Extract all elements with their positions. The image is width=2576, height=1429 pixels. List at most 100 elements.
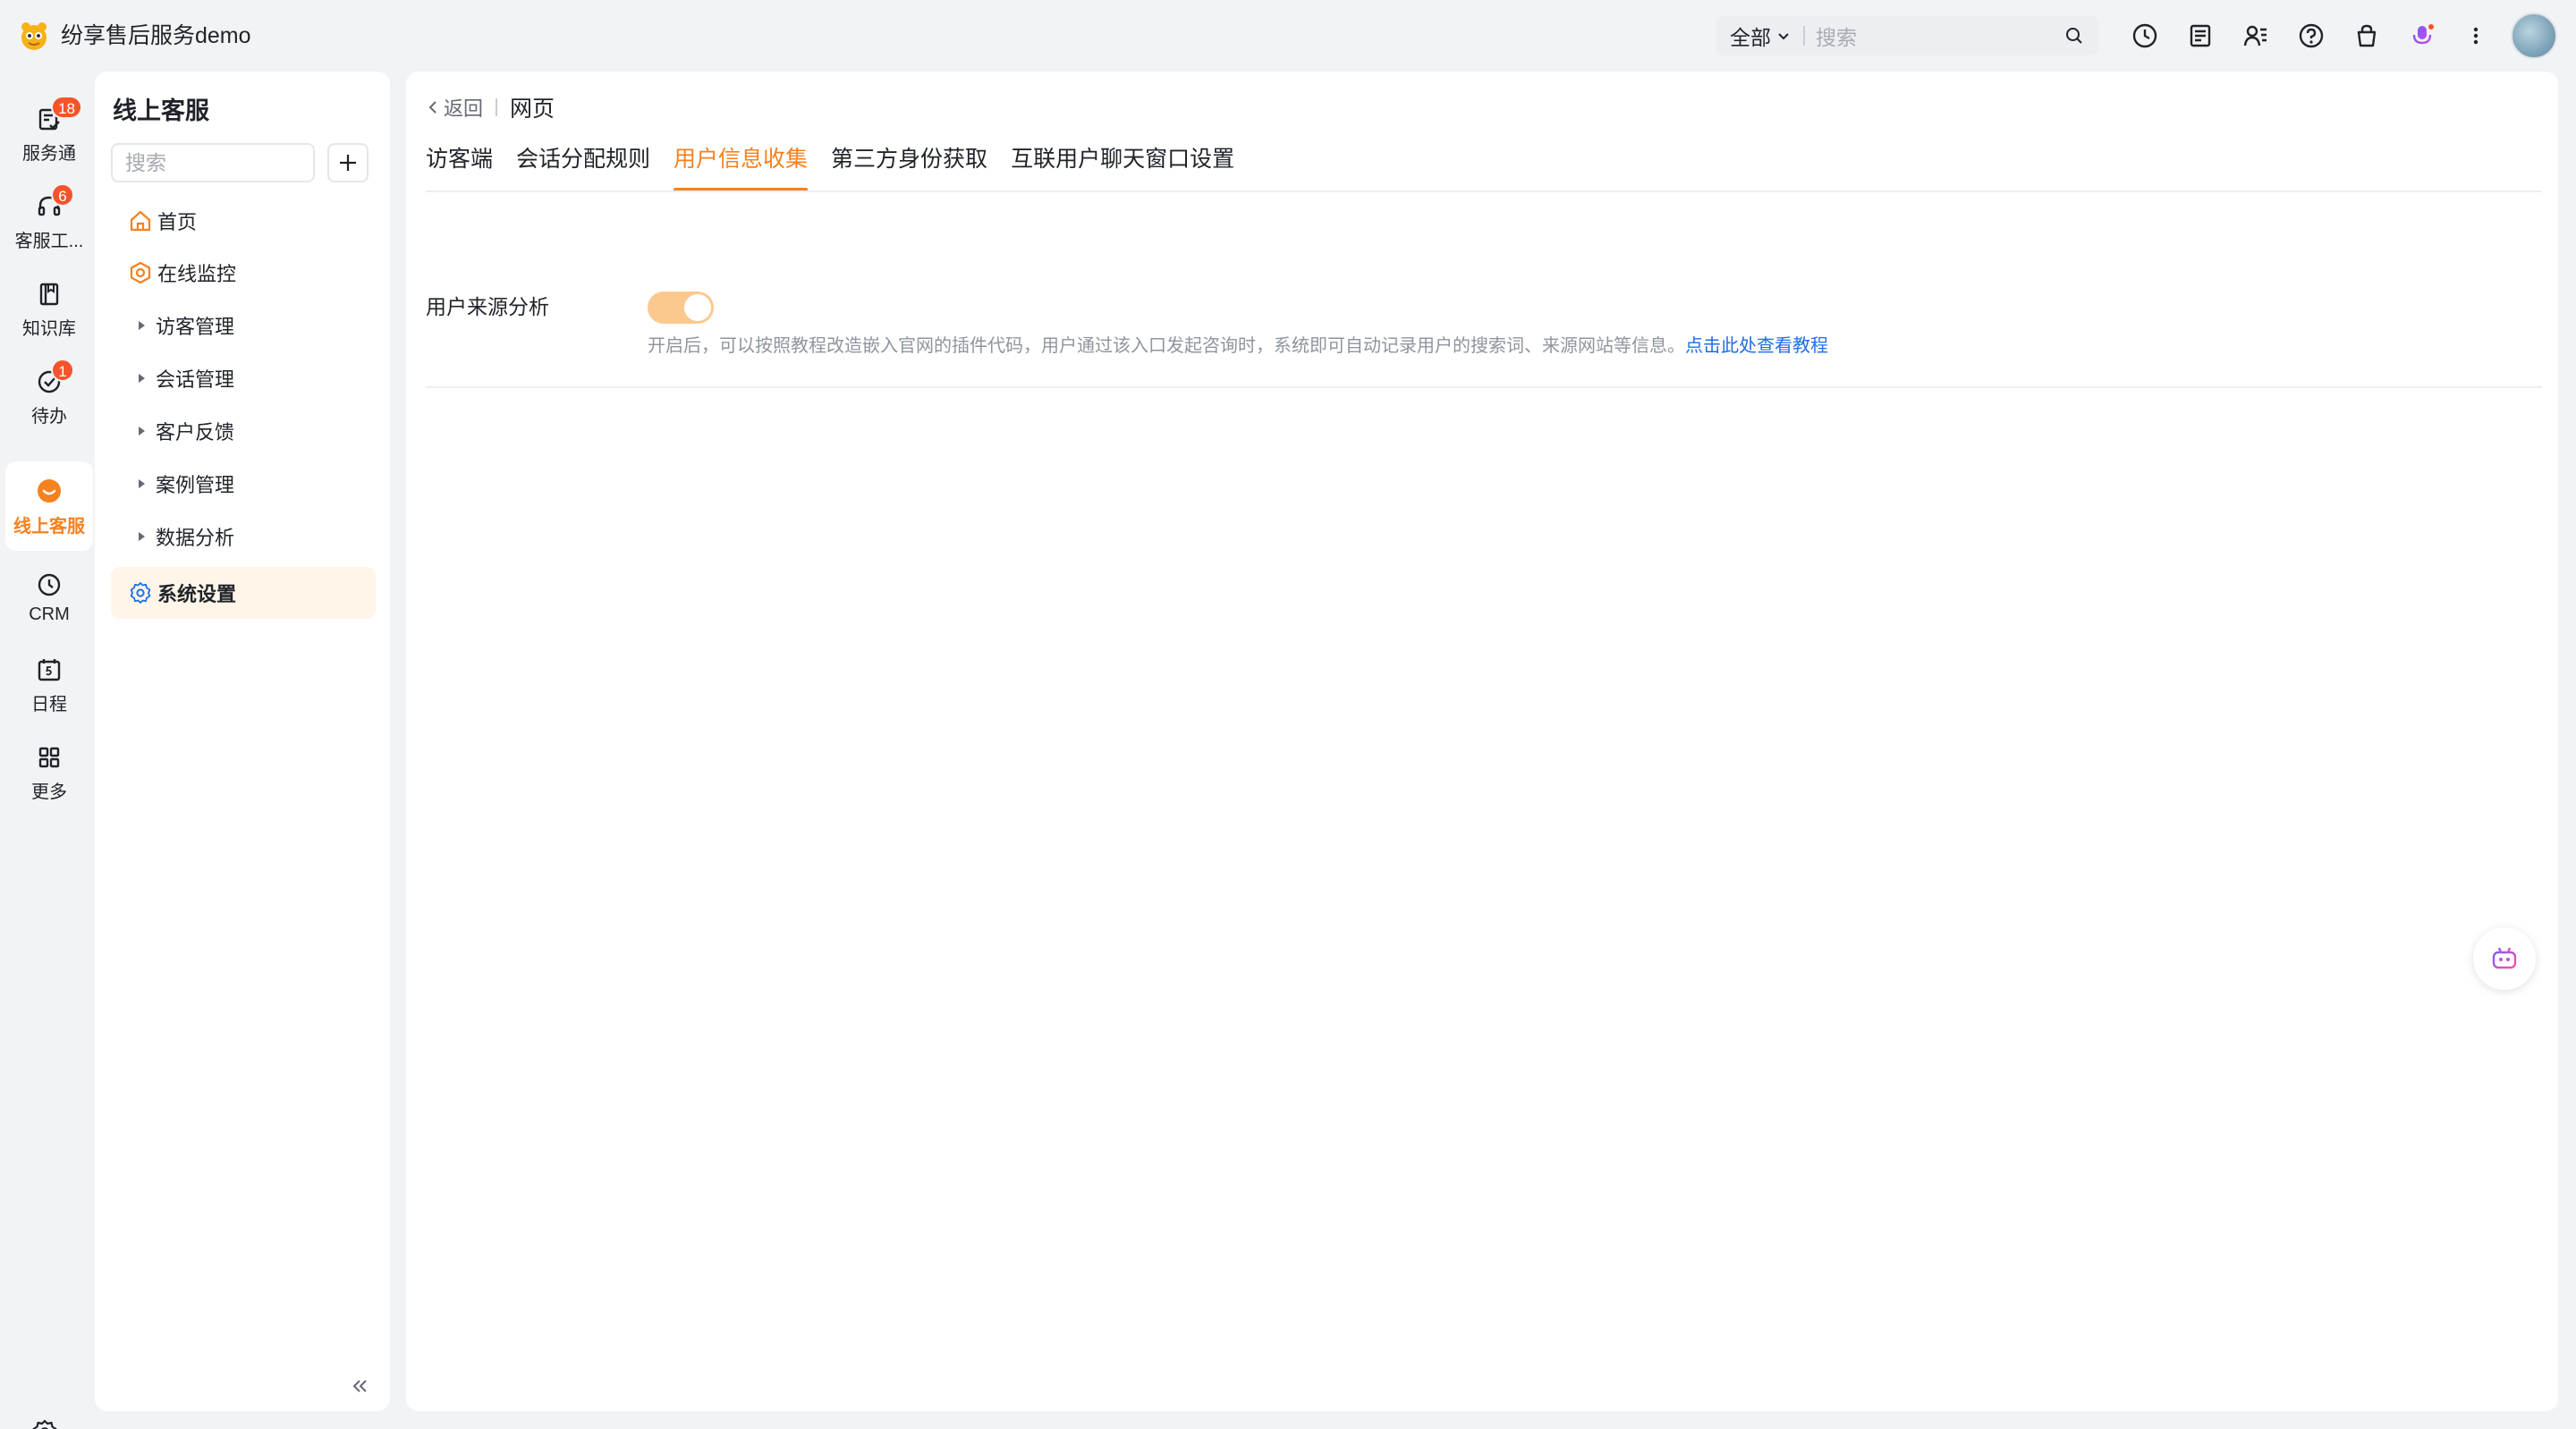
home-icon [127,207,154,234]
sidebar-search-input[interactable]: 搜索 [111,143,315,182]
module-sidebar: 线上客服 搜索 首页 在线监控 访客管理 会话管理 客户反馈 案例管理 数据分析 [95,72,390,1411]
todo-badge: 1 [51,358,74,382]
agent-workbench-badge: 6 [51,182,74,207]
contacts-icon[interactable] [2240,20,2272,52]
rail-item-online-service[interactable]: 线上客服 [5,461,93,551]
app-logo-icon[interactable] [16,18,52,54]
sidebar-item-label: 客户反馈 [156,421,235,444]
assistant-bot-button[interactable] [2473,927,2536,990]
rail-item-label: 更多 [31,782,67,802]
tab-interconnect-chat-window[interactable]: 互联用户聊天窗口设置 [1011,140,1234,193]
setting-description: 开启后，可以按照教程改造嵌入官网的插件代码，用户通过该入口发起咨询时，系统即可自… [648,331,1828,357]
tab-session-assignment[interactable]: 会话分配规则 [516,140,650,193]
page-title: 网页 [510,97,555,122]
rail-item-label: 服务通 [22,143,76,164]
app-rail: 18 服务通 6 客服工... 知识库 1 待办 线上客服 CRM 日程 更多 [0,72,95,1429]
rail-item-crm[interactable]: CRM [5,554,93,638]
plus-icon [340,155,356,171]
robot-icon [2492,947,2517,969]
sidebar-item-visitor-management[interactable]: 访客管理 [111,300,376,351]
rail-item-todo[interactable]: 1 待办 [5,354,93,438]
calendar-icon [33,654,65,686]
more-icon[interactable] [2460,20,2492,52]
rail-item-agent-workbench[interactable]: 6 客服工... [5,179,93,263]
tabs-divider [426,190,2542,192]
sidebar-item-label: 案例管理 [156,474,235,496]
rail-item-more[interactable]: 更多 [5,730,93,814]
sidebar-item-label: 会话管理 [156,368,235,391]
voice-assistant-icon[interactable] [2406,20,2438,52]
sidebar-item-label: 首页 [157,211,198,233]
search-scope-select[interactable]: 全部 [1716,16,1791,55]
breadcrumb-divider [496,98,498,116]
sidebar-item-label: 数据分析 [156,527,235,549]
caret-right-icon [139,374,145,383]
sidebar-item-label: 在线监控 [157,263,237,285]
search-input[interactable]: 搜索 [1816,21,2064,51]
grid-icon [33,741,65,774]
settings-tabs: 访客端 会话分配规则 用户信息收集 第三方身份获取 互联用户聊天窗口设置 [426,140,1258,193]
caret-right-icon [139,479,145,488]
sidebar-item-session-management[interactable]: 会话管理 [111,352,376,404]
book-icon [33,278,65,310]
settings-gear-icon[interactable] [30,1418,63,1429]
collapse-sidebar-icon[interactable] [347,1374,372,1399]
service-icon: 18 [33,95,82,135]
avatar[interactable] [2511,13,2557,59]
chat-bubble-icon [33,476,65,508]
rail-item-label: CRM [29,604,70,624]
sidebar-item-customer-feedback[interactable]: 客户反馈 [111,405,376,457]
rail-item-label: 知识库 [22,318,76,339]
chevron-down-icon [1778,33,1789,40]
crm-clock-icon [33,569,65,601]
rail-item-label: 日程 [31,694,67,714]
help-icon[interactable] [2295,20,2327,52]
tab-visitor-side[interactable]: 访客端 [426,140,493,193]
clock-icon[interactable] [2129,20,2161,52]
app-title: 纷享售后服务demo [61,23,251,48]
tab-third-party-identity[interactable]: 第三方身份获取 [831,140,987,193]
bag-icon[interactable] [2351,20,2383,52]
rail-item-schedule[interactable]: 日程 [5,642,93,726]
setting-label: 用户来源分析 [426,295,549,318]
check-circle-icon: 1 [33,358,74,398]
sidebar-item-data-analysis[interactable]: 数据分析 [111,511,376,562]
top-bar: 纷享售后服务demo 全部 搜索 [0,0,2576,72]
caret-right-icon [139,321,145,330]
search-divider [1803,26,1805,46]
sidebar-item-online-monitor[interactable]: 在线监控 [111,247,376,299]
search-scope-label: 全部 [1730,26,1771,49]
add-button[interactable] [327,143,369,182]
source-analysis-toggle[interactable] [648,292,714,324]
rail-item-label: 待办 [31,406,67,427]
caret-right-icon [139,532,145,541]
main-panel: 返回 网页 访客端 会话分配规则 用户信息收集 第三方身份获取 互联用户聊天窗口… [406,72,2558,1411]
chevron-left-icon [428,101,436,114]
settings-gear-icon [127,579,154,606]
toggle-knob [684,294,711,321]
sidebar-item-label: 系统设置 [157,583,237,605]
rail-item-label: 线上客服 [13,516,85,537]
caret-right-icon [139,427,145,435]
sidebar-item-label: 访客管理 [156,316,235,338]
search-icon[interactable] [2064,26,2084,46]
setting-divider [426,386,2542,388]
sidebar-item-system-settings[interactable]: 系统设置 [111,567,376,619]
breadcrumb: 返回 网页 [426,91,555,123]
tutorial-link[interactable]: 点击此处查看教程 [1685,336,1828,356]
monitor-hexagon-icon [127,259,154,286]
tab-user-info-collection[interactable]: 用户信息收集 [674,140,809,193]
back-label: 返回 [444,97,484,120]
sidebar-item-case-management[interactable]: 案例管理 [111,458,376,510]
rail-item-service[interactable]: 18 服务通 [5,91,93,175]
back-button[interactable]: 返回 [426,93,483,122]
service-badge: 18 [51,95,82,119]
global-search[interactable]: 全部 搜索 [1716,16,2098,55]
rail-item-knowledge-base[interactable]: 知识库 [5,266,93,351]
sidebar-title: 线上客服 [113,97,209,124]
headset-icon: 6 [33,182,74,223]
notes-icon[interactable] [2184,20,2216,52]
rail-item-label: 客服工... [14,231,84,251]
setting-row-source-analysis: 用户来源分析 开启后，可以按照教程改造嵌入官网的插件代码，用户通过该入口发起咨询… [426,215,2542,388]
sidebar-item-home[interactable]: 首页 [111,195,376,247]
